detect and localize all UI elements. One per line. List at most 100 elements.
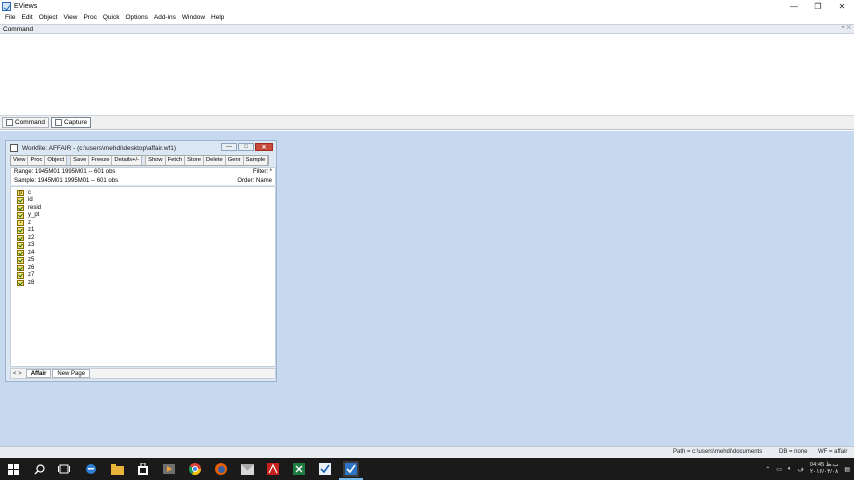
workfile-object-item[interactable]: z4 [17, 249, 275, 257]
object-button[interactable]: Object [45, 156, 68, 165]
workfile-object-name: y_pt [28, 212, 40, 219]
store-icon[interactable] [135, 461, 151, 477]
menu-proc[interactable]: Proc [81, 14, 100, 21]
clock-date: ۲۰۱۶/۰۴/۰۸ [809, 469, 839, 475]
workfile-object-item[interactable]: z7 [17, 272, 275, 280]
show-button[interactable]: Show [146, 156, 166, 165]
workfile-object-item[interactable]: z2 [17, 234, 275, 242]
menu-file[interactable]: File [3, 14, 19, 21]
sample-text[interactable]: Sample: 1945M01 1995M01 -- 601 obs [14, 178, 118, 184]
workfile-minimize-button[interactable]: — [221, 143, 237, 151]
fetch-button[interactable]: Fetch [165, 156, 186, 165]
media-player-icon[interactable] [161, 461, 177, 477]
app-titlebar: EViews — ❐ ✕ [0, 0, 854, 12]
menu-window[interactable]: Window [180, 14, 209, 21]
series-icon [17, 212, 24, 219]
menu-bar: File Edit Object View Proc Quick Options… [0, 12, 854, 23]
tray-language-indicator[interactable]: ف [798, 466, 804, 473]
tray-speaker-icon[interactable]: 🔈︎ [788, 466, 792, 473]
order-text[interactable]: Order: Name [237, 177, 272, 186]
details-button[interactable]: Details+/- [112, 156, 143, 165]
tab-capture[interactable]: Capture [50, 117, 92, 128]
capture-tab-icon [54, 119, 62, 126]
store-button[interactable]: Store [185, 156, 204, 165]
close-button[interactable]: ✕ [830, 0, 854, 12]
series-icon [17, 249, 24, 256]
firefox-icon[interactable] [213, 461, 229, 477]
page-tab-affair[interactable]: Affair [25, 369, 52, 378]
task-view-icon[interactable] [56, 461, 72, 477]
menu-add-ins[interactable]: Add-ins [152, 14, 180, 21]
series-icon [17, 257, 24, 264]
page-nav-arrows[interactable]: < > [13, 371, 22, 377]
menu-edit[interactable]: Edit [19, 14, 36, 21]
workfile-object-item[interactable]: z8 [17, 279, 275, 287]
app-title: EViews [14, 2, 38, 10]
workfile-icon [10, 144, 18, 152]
workfile-object-name: z4 [28, 249, 35, 256]
menu-object[interactable]: Object [37, 14, 62, 21]
edge-icon[interactable] [83, 461, 99, 477]
eviews-active-icon[interactable] [339, 461, 363, 480]
workfile-object-name: z6 [28, 264, 35, 271]
search-icon[interactable] [31, 461, 47, 477]
sample-button[interactable]: Sample [243, 156, 269, 165]
view-button[interactable]: View [11, 156, 29, 165]
workfile-maximize-button[interactable]: □ [238, 143, 254, 151]
filter-text[interactable]: Filter: * [253, 168, 272, 177]
restore-button[interactable]: ❐ [806, 0, 830, 12]
workfile-close-button[interactable]: ✕ [255, 143, 273, 151]
eviews-icon[interactable] [317, 461, 333, 477]
window-controls: — ❐ ✕ [782, 0, 854, 12]
acrobat-icon[interactable] [265, 461, 281, 477]
status-path: Path = c:\users\mehdi\documents [673, 449, 763, 455]
workfile-object-item[interactable]: y_pt [17, 212, 275, 220]
proc-button[interactable]: Proc [28, 156, 46, 165]
freeze-button[interactable]: Freeze [89, 156, 113, 165]
genr-button[interactable]: Genr [225, 156, 244, 165]
workfile-object-item[interactable]: resid [17, 204, 275, 212]
tray-chevron-up-icon[interactable]: ⌃ [765, 466, 770, 473]
delete-button[interactable]: Delete [203, 156, 226, 165]
workfile-info: Range: 1945M01 1995M01 -- 601 obs Filter… [10, 167, 276, 185]
mail-app-icon[interactable] [239, 461, 255, 477]
system-tray: ⌃ ▭ 🔈︎ ف 04:45 ب.ظ ۲۰۱۶/۰۴/۰۸ ▤ [765, 458, 850, 480]
workfile-object-item[interactable]: z1 [17, 227, 275, 235]
chrome-icon[interactable] [187, 461, 203, 477]
series-icon [17, 227, 24, 234]
workfile-object-item[interactable]: z6 [17, 264, 275, 272]
menu-view[interactable]: View [61, 14, 81, 21]
tray-network-icon[interactable]: ▭ [776, 466, 782, 473]
object-icon: ▪ [17, 219, 24, 226]
menu-options[interactable]: Options [123, 14, 151, 21]
series-icon [17, 264, 24, 271]
tab-command[interactable]: Command [2, 117, 49, 128]
pane-pin-icon[interactable]: ⌖ ✕ [841, 25, 851, 32]
series-icon [17, 242, 24, 249]
command-input-area[interactable] [0, 35, 854, 116]
tab-command-label: Command [15, 119, 45, 126]
menu-help[interactable]: Help [209, 14, 228, 21]
file-explorer-icon[interactable] [109, 461, 125, 477]
workfile-object-item[interactable]: z5 [17, 257, 275, 265]
workfile-object-item[interactable]: z3 [17, 242, 275, 250]
workfile-titlebar[interactable]: Workfile: AFFAIR - (c:\users\mehdi\deskt… [6, 141, 276, 155]
page-tab-new-page[interactable]: New Page [52, 369, 91, 378]
menu-quick[interactable]: Quick [101, 14, 124, 21]
workfile-object-item[interactable]: βc [17, 189, 275, 197]
workfile-window[interactable]: Workfile: AFFAIR - (c:\users\mehdi\deskt… [5, 140, 277, 382]
command-pane-title: Command [3, 25, 33, 33]
notification-center-icon[interactable]: ▤ [844, 466, 850, 473]
taskbar-clock[interactable]: 04:45 ب.ظ ۲۰۱۶/۰۴/۰۸ [810, 462, 839, 476]
start-icon[interactable] [5, 461, 21, 477]
range-text[interactable]: Range: 1945M01 1995M01 -- 601 obs [14, 169, 115, 175]
workfile-object-name: z [28, 219, 31, 226]
workfile-object-list[interactable]: β c id resid y_pt ▪ z z1 z2 z3 z4 z5 z6 z7 z8 [10, 186, 276, 367]
excel-icon[interactable] [291, 461, 307, 477]
workfile-object-name: z5 [28, 257, 35, 264]
save-button[interactable]: Save [71, 156, 90, 165]
workfile-object-item[interactable]: id [17, 197, 275, 205]
minimize-button[interactable]: — [782, 0, 806, 12]
workfile-object-item[interactable]: ▪ z [17, 219, 275, 227]
workfile-object-name: id [28, 197, 33, 204]
